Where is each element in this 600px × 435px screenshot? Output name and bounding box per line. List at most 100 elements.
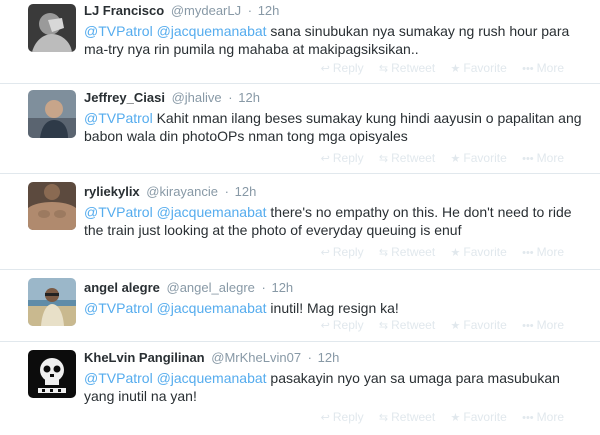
shirtless-person-avatar [28, 182, 76, 230]
more-label: More [536, 410, 564, 424]
tweet-timeline: LJ Francisco @mydearLJ · 12h @TVPatrol @… [0, 0, 600, 435]
favorite-label: Favorite [463, 151, 507, 165]
tweet-timestamp[interactable]: 12h [258, 3, 280, 18]
tweet-text: @TVPatrol @jacquemanabat there's no empa… [84, 203, 588, 239]
author-username[interactable]: @kirayancie [146, 184, 218, 199]
mention-link[interactable]: @TVPatrol [84, 370, 153, 386]
author-username[interactable]: @angel_alegre [167, 280, 255, 295]
author-fullname[interactable]: ryliekylix [84, 184, 140, 199]
person-photo-avatar [28, 90, 76, 138]
star-icon: ★ [450, 320, 461, 332]
tweet-timestamp[interactable]: 12h [238, 90, 260, 105]
retweet-icon: ⇆ [378, 320, 389, 332]
reply-label: Reply [332, 318, 364, 332]
tweet-timestamp[interactable]: 12h [235, 184, 257, 199]
favorite-button[interactable]: ★ Favorite [451, 151, 507, 165]
avatar[interactable] [28, 182, 76, 230]
person-at-beach-avatar [28, 278, 76, 326]
author-username[interactable]: @mydearLJ [171, 3, 241, 18]
mention-link[interactable]: @jacquemanabat [157, 300, 267, 316]
tweet-timestamp[interactable]: 12h [271, 280, 293, 295]
reply-button[interactable]: ↩ Reply [321, 410, 364, 424]
author-username[interactable]: @jhalive [172, 90, 222, 105]
reply-icon: ↩ [320, 320, 330, 332]
more-button[interactable]: ••• More [522, 410, 564, 424]
reply-label: Reply [332, 245, 364, 259]
more-label: More [536, 61, 564, 75]
more-button[interactable]: ••• More [522, 61, 564, 75]
separator-dot: · [224, 184, 229, 199]
star-icon: ★ [450, 247, 461, 259]
retweet-button[interactable]: ⇆ Retweet [379, 318, 435, 332]
tweet-actions: ↩ Reply ⇆ Retweet ★ Favorite ••• More [309, 318, 564, 332]
favorite-button[interactable]: ★ Favorite [451, 61, 507, 75]
tweet-body: LJ Francisco @mydearLJ · 12h @TVPatrol @… [84, 3, 588, 58]
ellipsis-icon: ••• [522, 412, 534, 424]
reply-label: Reply [332, 151, 364, 165]
tweet-timestamp[interactable]: 12h [318, 350, 340, 365]
separator-dot: · [261, 280, 266, 295]
avatar[interactable] [28, 4, 76, 52]
more-button[interactable]: ••• More [522, 245, 564, 259]
retweet-button[interactable]: ⇆ Retweet [379, 410, 435, 424]
author-username[interactable]: @MrKheLvin07 [211, 350, 301, 365]
reply-icon: ↩ [320, 247, 330, 259]
retweet-button[interactable]: ⇆ Retweet [379, 245, 435, 259]
author-fullname[interactable]: angel alegre [84, 280, 160, 295]
tweet[interactable]: Jeffrey_Ciasi @jhalive · 12h @TVPatrol K… [0, 84, 600, 174]
more-button[interactable]: ••• More [522, 318, 564, 332]
tweet[interactable]: LJ Francisco @mydearLJ · 12h @TVPatrol @… [0, 0, 600, 84]
mention-link[interactable]: @TVPatrol [84, 23, 153, 39]
more-button[interactable]: ••• More [522, 151, 564, 165]
mention-link[interactable]: @TVPatrol [84, 204, 153, 220]
reply-label: Reply [332, 410, 364, 424]
favorite-button[interactable]: ★ Favorite [451, 245, 507, 259]
more-label: More [536, 318, 564, 332]
tweet-header: KheLvin Pangilinan @MrKheLvin07 · 12h [84, 350, 588, 366]
avatar[interactable] [28, 350, 76, 398]
star-icon: ★ [450, 153, 461, 165]
reply-button[interactable]: ↩ Reply [321, 151, 364, 165]
star-icon: ★ [450, 63, 461, 75]
retweet-label: Retweet [391, 318, 436, 332]
reply-button[interactable]: ↩ Reply [321, 318, 364, 332]
retweet-label: Retweet [391, 61, 436, 75]
mention-link[interactable]: @jacquemanabat [157, 23, 267, 39]
tweet-actions: ↩ Reply ⇆ Retweet ★ Favorite ••• More [309, 61, 564, 75]
reply-label: Reply [332, 61, 364, 75]
tweet-message: pasakayin nyo yan sa umaga para masubuka… [84, 370, 560, 404]
retweet-icon: ⇆ [378, 63, 389, 75]
reply-icon: ↩ [320, 153, 330, 165]
retweet-label: Retweet [391, 245, 436, 259]
retweet-label: Retweet [391, 410, 436, 424]
avatar[interactable] [28, 90, 76, 138]
tweet-message: Kahit nman ilang beses sumakay kung hind… [84, 110, 582, 144]
ellipsis-icon: ••• [522, 63, 534, 75]
mention-link[interactable]: @jacquemanabat [157, 370, 267, 386]
tweet-header: ryliekylix @kirayancie · 12h [84, 184, 588, 200]
more-label: More [536, 245, 564, 259]
tweet[interactable]: angel alegre @angel_alegre · 12h @TVPatr… [0, 270, 600, 342]
favorite-label: Favorite [463, 318, 507, 332]
author-fullname[interactable]: KheLvin Pangilinan [84, 350, 205, 365]
retweet-icon: ⇆ [378, 153, 389, 165]
favorite-button[interactable]: ★ Favorite [451, 318, 507, 332]
tweet[interactable]: ryliekylix @kirayancie · 12h @TVPatrol @… [0, 174, 600, 270]
author-fullname[interactable]: LJ Francisco [84, 3, 164, 18]
mention-link[interactable]: @jacquemanabat [157, 204, 267, 220]
retweet-button[interactable]: ⇆ Retweet [379, 151, 435, 165]
mention-link[interactable]: @TVPatrol [84, 300, 153, 316]
separator-dot: · [307, 350, 313, 365]
avatar[interactable] [28, 278, 76, 326]
reply-icon: ↩ [320, 63, 330, 75]
reply-button[interactable]: ↩ Reply [321, 61, 364, 75]
retweet-button[interactable]: ⇆ Retweet [379, 61, 435, 75]
favorite-button[interactable]: ★ Favorite [451, 410, 507, 424]
reply-button[interactable]: ↩ Reply [321, 245, 364, 259]
star-icon: ★ [450, 412, 461, 424]
tweet[interactable]: KheLvin Pangilinan @MrKheLvin07 · 12h @T… [0, 342, 600, 435]
author-fullname[interactable]: Jeffrey_Ciasi [84, 90, 165, 105]
tweet-body: Jeffrey_Ciasi @jhalive · 12h @TVPatrol K… [84, 90, 588, 145]
separator-dot: · [247, 3, 253, 18]
mention-link[interactable]: @TVPatrol [84, 110, 153, 126]
